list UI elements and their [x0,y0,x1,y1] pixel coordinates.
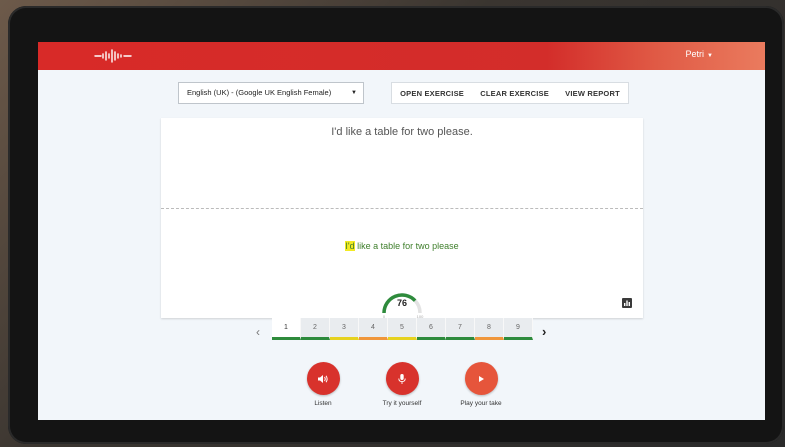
play-label: Play your take [460,400,502,407]
clear-exercise-button[interactable]: CLEAR EXERCISE [480,89,549,98]
page-tab[interactable]: 2 [301,318,330,340]
target-sentence: I'd like a table for two please. [331,126,473,138]
page-tab[interactable]: 9 [504,318,533,340]
top-bar: Petri ▼ [38,42,765,70]
user-menu[interactable]: Petri ▼ [686,49,713,59]
chevron-down-icon: ▼ [707,53,713,59]
recognized-text: like a table for two please [354,241,459,251]
page-tab[interactable]: 6 [417,318,446,340]
speaker-icon [318,374,328,383]
user-name: Petri [685,49,705,59]
page-tab[interactable]: 5 [388,318,417,340]
page-tab[interactable]: 1 [272,318,301,340]
listen-button[interactable] [306,362,340,395]
try-label: Try it yourself [382,400,422,407]
open-exercise-button[interactable]: OPEN EXERCISE [400,89,464,98]
page-tabs: 123456789 [272,318,533,340]
record-button[interactable] [385,362,419,395]
mispronounced-word[interactable]: I'd [345,241,355,251]
next-page-button[interactable]: › [542,324,546,339]
play-icon [479,375,484,382]
bar-chart-icon[interactable] [622,298,632,308]
play-control: Play your take [451,362,511,407]
previous-page-button[interactable]: ‹ [256,325,260,339]
soundwave-logo-icon[interactable] [93,49,133,63]
language-select[interactable]: English (UK) - (Google UK English Female… [178,82,364,104]
score-value: 76 [397,298,407,308]
score-gauge: 76 0 100 [382,293,424,318]
app-screen: Petri ▼ English (UK) - (Google UK English… [38,42,765,420]
exercise-card: I'd like a table for two please. I'd lik… [161,118,643,318]
listen-label: Listen [314,400,332,407]
play-take-button[interactable] [464,362,498,395]
exercise-actions: OPEN EXERCISE CLEAR EXERCISE VIEW REPORT [391,82,629,104]
listen-control: Listen [293,362,353,407]
view-report-button[interactable]: VIEW REPORT [565,89,620,98]
chevron-down-icon: ▼ [351,90,357,96]
page-tab[interactable]: 3 [330,318,359,340]
try-control: Try it yourself [372,362,432,407]
page-tab[interactable]: 4 [359,318,388,340]
language-value: English (UK) - (Google UK English Female… [187,88,332,97]
microphone-icon [398,373,406,384]
page-tab[interactable]: 7 [446,318,475,340]
recognized-sentence: I'd like a table for two please [161,241,643,251]
page-tab[interactable]: 8 [475,318,504,340]
divider [161,208,643,209]
